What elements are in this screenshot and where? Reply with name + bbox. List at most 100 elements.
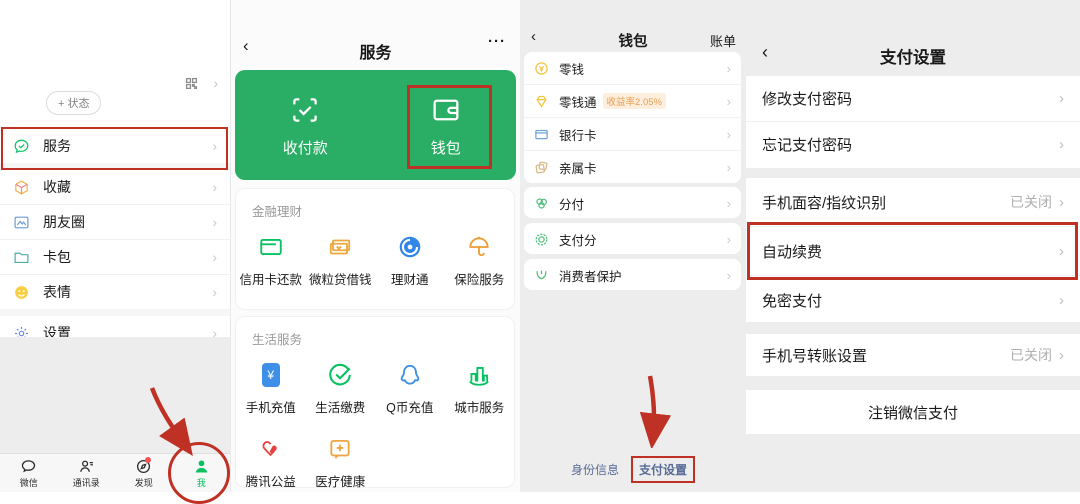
row-label: 支付分: [559, 233, 597, 248]
row-auto-renew[interactable]: 自动续费 ›: [746, 226, 1080, 275]
section-title: 金融理财: [252, 205, 303, 219]
tab-me[interactable]: 我: [173, 454, 231, 492]
wallet-row-pay-score[interactable]: 支付分 ›: [524, 223, 741, 255]
service-label: 医疗健康: [315, 475, 366, 489]
row-label: 手机号转账设置: [762, 347, 868, 365]
action-label: 收付款: [282, 139, 328, 157]
chevron-right-icon: ›: [1059, 193, 1064, 211]
row-label: 免密支付: [762, 292, 823, 310]
diamond-icon: [534, 94, 549, 109]
scan-pay-icon: [288, 93, 322, 127]
wallet-row-family-card[interactable]: 亲属卡 ›: [524, 150, 741, 183]
bills-link[interactable]: 账单: [710, 31, 736, 50]
chevron-right-icon: ›: [212, 138, 217, 154]
service-weilidai[interactable]: 微粒贷借钱: [306, 234, 376, 288]
service-phone-topup[interactable]: ¥ 手机充值: [236, 362, 306, 416]
chevron-right-icon: ›: [726, 267, 731, 283]
chevron-right-icon: ›: [1059, 291, 1064, 309]
row-label: 零钱: [559, 62, 585, 77]
row-label: 零钱通: [559, 95, 597, 110]
row-label: 消费者保护: [559, 269, 622, 284]
row-phone-transfer[interactable]: 手机号转账设置 已关闭 ›: [746, 334, 1080, 376]
wallet-row-consumer-protection[interactable]: 消费者保护 ›: [524, 259, 741, 291]
service-charity[interactable]: 腾讯公益: [236, 436, 306, 490]
wallet-button[interactable]: 钱包: [376, 70, 517, 180]
row-change-password[interactable]: 修改支付密码 ›: [746, 76, 1080, 121]
status-button[interactable]: + 状态: [46, 91, 102, 115]
tab-label: 微信: [19, 477, 38, 488]
emoji-icon: [13, 284, 30, 301]
background: [0, 337, 230, 454]
row-label: 银行卡: [559, 128, 597, 143]
wallet-icon: [429, 93, 463, 127]
service-label: Q币充值: [386, 401, 434, 415]
wallet-row-balance[interactable]: 零钱 ›: [524, 52, 741, 84]
money-button[interactable]: 收付款: [235, 70, 376, 180]
wallet-row-fenfu[interactable]: 分付 ›: [524, 187, 741, 219]
service-credit-card-repay[interactable]: 信用卡还款: [236, 234, 306, 288]
chevron-right-icon: ›: [212, 284, 217, 300]
menu-item-cards[interactable]: 卡包 ›: [0, 239, 230, 274]
tab-contacts[interactable]: 通讯录: [58, 454, 116, 492]
identity-info-link[interactable]: 身份信息: [571, 461, 619, 478]
favorites-icon: [13, 179, 30, 196]
pay-settings-link[interactable]: 支付设置: [631, 456, 696, 483]
menu-label: 卡包: [43, 249, 71, 265]
service-qcoin[interactable]: Q币充值: [375, 362, 445, 416]
contacts-icon: [78, 458, 95, 475]
chevron-right-icon: ›: [726, 231, 731, 247]
tab-chats[interactable]: 微信: [0, 454, 58, 492]
wallet-group: 零钱 › 零钱通 收益率2.05% › 银行卡 › 亲属卡 ›: [524, 52, 741, 183]
row-forgot-password[interactable]: 忘记支付密码 ›: [746, 121, 1080, 167]
chevron-right-icon[interactable]: ›: [213, 75, 218, 91]
service-utilities[interactable]: 生活缴费: [306, 362, 376, 416]
medical-plus-icon: [327, 436, 353, 462]
settings-group: 手机号转账设置 已关闭 ›: [746, 334, 1080, 376]
service-city[interactable]: 城市服务: [445, 362, 515, 416]
service-label: 手机充值: [245, 401, 296, 415]
menu-item-moments[interactable]: 朋友圈 ›: [0, 204, 230, 239]
menu-item-services[interactable]: 服务 ›: [0, 129, 230, 163]
service-label: 信用卡还款: [239, 273, 302, 287]
banknote-icon: [327, 234, 353, 260]
wallet-row-lingqiantong[interactable]: 零钱通 收益率2.05% ›: [524, 84, 741, 117]
row-label: 修改支付密码: [762, 91, 853, 108]
moments-icon: [13, 214, 30, 231]
more-icon[interactable]: ···: [488, 33, 506, 50]
coin-icon: [534, 61, 549, 76]
chevron-right-icon: ›: [1059, 242, 1064, 260]
tab-label: 通讯录: [72, 477, 100, 488]
wallet-row-bank-cards[interactable]: 银行卡 ›: [524, 117, 741, 150]
menu-label: 朋友圈: [43, 214, 85, 230]
chevron-right-icon: ›: [726, 159, 731, 175]
row-value: 已关闭: [1010, 194, 1052, 210]
service-insurance[interactable]: 保险服务: [445, 234, 515, 288]
qr-code-icon[interactable]: [185, 77, 198, 90]
row-value: 已关闭: [1010, 347, 1052, 363]
pay-score-icon: [534, 232, 549, 247]
menu-item-stickers[interactable]: 表情 ›: [0, 274, 230, 309]
menu-label: 服务: [43, 138, 71, 154]
deactivate-wechat-pay-button[interactable]: 注销微信支付: [746, 390, 1080, 434]
tab-discover[interactable]: 发现: [115, 454, 173, 492]
wallet-footer: 身份信息 支付设置: [520, 456, 746, 483]
menu-label: 收藏: [43, 179, 71, 195]
menu-item-favorites[interactable]: 收藏 ›: [0, 170, 230, 204]
tab-label: 发现: [134, 477, 153, 488]
row-face-fingerprint[interactable]: 手机面容/指纹识别 已关闭 ›: [746, 178, 1080, 226]
service-health[interactable]: 医疗健康: [306, 436, 376, 490]
service-licaitong[interactable]: 理财通: [375, 234, 445, 288]
settings-group: 修改支付密码 › 忘记支付密码 ›: [746, 76, 1080, 168]
chevron-right-icon: ›: [1059, 90, 1064, 107]
chevron-right-icon: ›: [726, 126, 731, 142]
utilities-check-icon: [327, 362, 353, 388]
settings-group: 注销微信支付: [746, 390, 1080, 434]
row-label: 分付: [559, 197, 585, 212]
tab-label: 我: [196, 477, 206, 488]
row-no-password-pay[interactable]: 免密支付 ›: [746, 275, 1080, 324]
action-label: 钱包: [430, 139, 461, 157]
settings-group: 手机面容/指纹识别 已关闭 › 自动续费 › 免密支付 ›: [746, 178, 1080, 322]
notification-dot: [144, 457, 151, 463]
row-label: 手机面容/指纹识别: [762, 194, 887, 212]
payment-card: 收付款 钱包: [235, 70, 516, 180]
